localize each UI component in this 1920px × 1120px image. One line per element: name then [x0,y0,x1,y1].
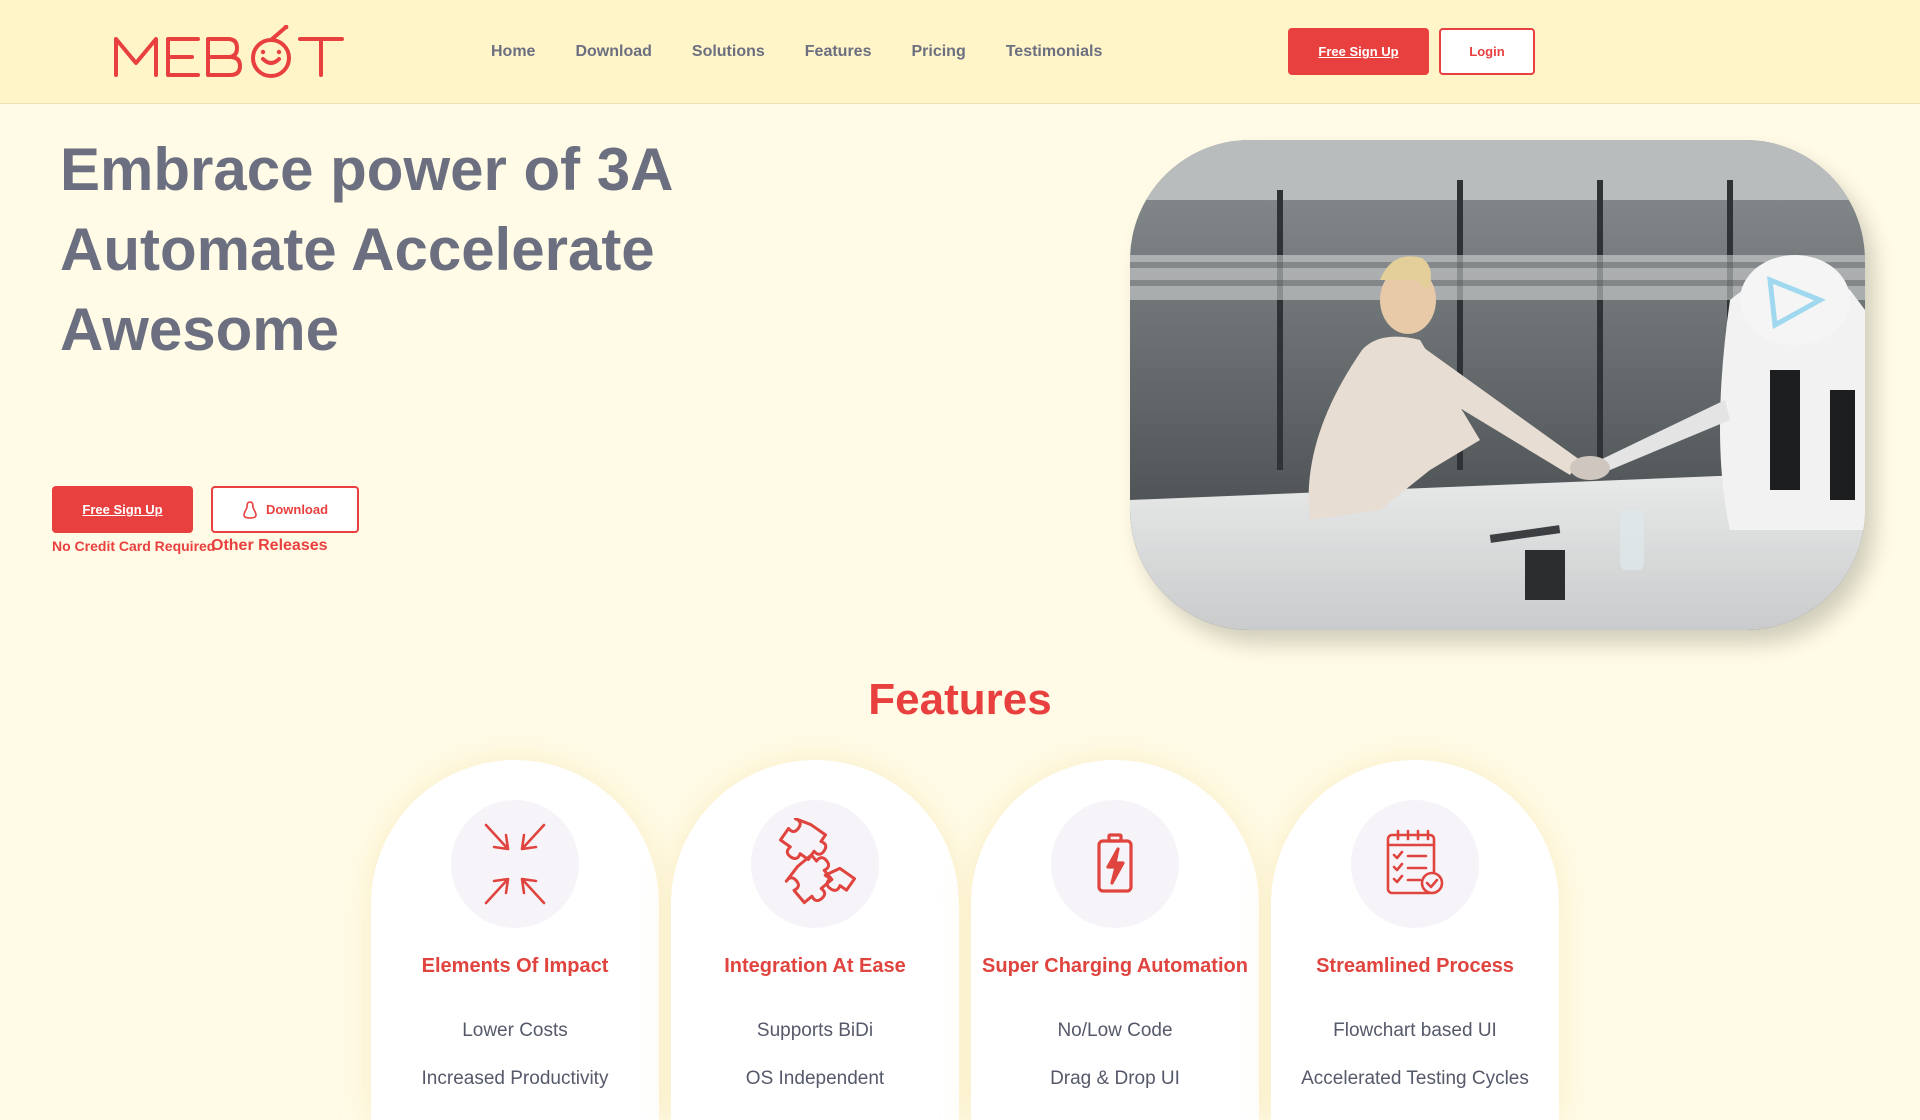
download-button-label: Download [265,502,329,517]
nav-testimonials[interactable]: Testimonials [1006,43,1103,61]
clipboard-checklist-icon [1351,800,1479,928]
feature-item: Accelerated Testing Cycles [1301,1068,1529,1089]
feature-card-title: Streamlined Process [1316,955,1514,977]
feature-item: No/Low Code [1057,1020,1173,1041]
feature-item: OS Independent [745,1068,885,1089]
hero-title-line-1: Embrace power of 3A [60,136,674,203]
header-signup-button[interactable]: Free Sign Up [1288,28,1429,75]
battery-charging-icon [1051,800,1179,928]
no-credit-card-note: No Credit Card Required [52,538,216,554]
nav-home[interactable]: Home [491,43,535,61]
site-header: Home Download Solutions Features Pricing… [0,0,1920,104]
feature-item: Flowchart based UI [1333,1020,1497,1041]
main-nav: Home Download Solutions Features Pricing… [491,0,1142,103]
feature-card-super-charging-automation: Super Charging Automation No/Low Code Dr… [971,760,1259,1120]
hero-signup-button[interactable]: Free Sign Up [52,486,193,533]
hero-download-button[interactable]: Download [211,486,359,533]
hero-title-line-3: Awesome [60,296,340,363]
feature-card-elements-of-impact: Elements Of Impact Lower Costs Increased… [371,760,659,1120]
nav-features[interactable]: Features [805,43,872,61]
hero-title: Embrace power of 3A Automate Accelerate … [60,130,674,370]
hero-title-line-2: Automate Accelerate [60,216,655,283]
feature-card-integration-at-ease: Integration At Ease Supports BiDi OS Ind… [671,760,959,1120]
feature-card-streamlined-process: Streamlined Process Flowchart based UI A… [1271,760,1559,1120]
hero-robot-handshake-image [1130,140,1865,630]
linux-tux-icon [243,500,257,519]
nav-solutions[interactable]: Solutions [692,43,765,61]
puzzle-icon [751,800,879,928]
arrows-converge-icon [451,800,579,928]
feature-item: Increased Productivity [421,1068,609,1089]
features-heading: Features [868,675,1052,724]
nav-pricing[interactable]: Pricing [911,43,965,61]
mebot-logo[interactable] [112,25,364,79]
feature-item: Drag & Drop UI [1050,1068,1180,1089]
nav-download[interactable]: Download [575,43,651,61]
feature-item: Supports BiDi [756,1020,874,1041]
feature-item: Lower Costs [462,1020,568,1041]
other-releases-link[interactable]: Other Releases [211,537,328,555]
login-button[interactable]: Login [1439,28,1535,75]
feature-card-title: Super Charging Automation [982,955,1248,977]
feature-card-title: Elements Of Impact [421,955,609,977]
feature-card-title: Integration At Ease [724,955,906,977]
